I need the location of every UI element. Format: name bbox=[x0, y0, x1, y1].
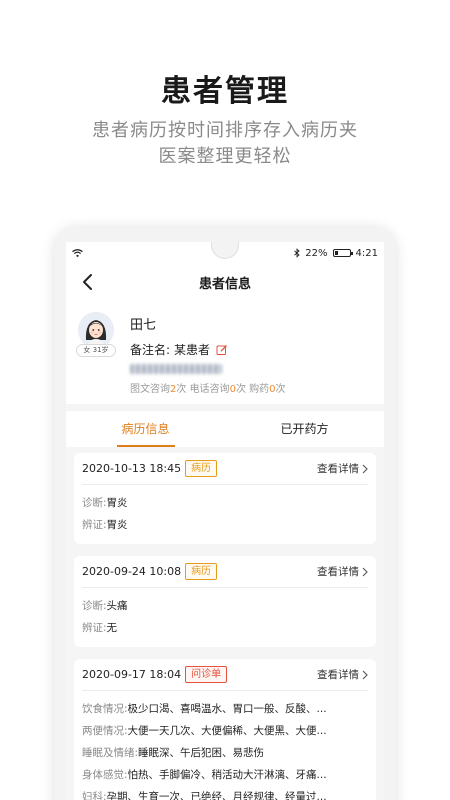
field-value: 无 bbox=[106, 622, 118, 634]
record-field: 妇科:孕期、生育一次、已绝经、月经规律、经量过... bbox=[82, 786, 368, 800]
patient-profile: 女 31岁 田七 备注名: 某患者 图文咨询2次 电话咨询0次 购药0次 bbox=[66, 300, 384, 404]
record-datetime: 2020-10-13 18:45 bbox=[82, 462, 182, 475]
field-value: 怕热、手脚偏冷、稍活动大汗淋漓、牙痛... bbox=[127, 769, 327, 781]
female-avatar-icon bbox=[78, 312, 114, 348]
record-field: 辨证:胃炎 bbox=[82, 514, 368, 536]
field-value: 孕期、生育一次、已绝经、月经规律、经量过... bbox=[106, 791, 327, 800]
tab-bar: 病历信息 已开药方 bbox=[66, 411, 384, 447]
field-value: 胃炎 bbox=[106, 497, 128, 509]
record-card[interactable]: 2020-09-17 18:04 问诊单 查看详情 饮食情况:极少口渴、喜喝温水… bbox=[74, 659, 376, 800]
record-datetime: 2020-09-24 10:08 bbox=[82, 565, 182, 578]
tab-prescriptions[interactable]: 已开药方 bbox=[225, 411, 384, 447]
patient-name: 田七 bbox=[130, 318, 157, 333]
record-field: 饮食情况:极少口渴、喜喝温水、胃口一般、反酸、... bbox=[82, 698, 368, 720]
record-type-tag: 问诊单 bbox=[185, 666, 228, 683]
age-gender-badge: 女 31岁 bbox=[76, 344, 116, 357]
view-detail-link[interactable]: 查看详情 bbox=[317, 461, 368, 476]
view-detail-label: 查看详情 bbox=[317, 669, 359, 681]
view-detail-label: 查看详情 bbox=[317, 566, 359, 578]
record-card[interactable]: 2020-10-13 18:45 病历 查看详情 诊断:胃炎 辨证:胃炎 bbox=[74, 453, 376, 544]
hero-subtitle-line1: 患者病历按时间排序存入病历夹 bbox=[92, 120, 358, 141]
buy-medicine-unit: 次 bbox=[275, 384, 286, 395]
text-consult-unit: 次 bbox=[176, 384, 187, 395]
tab-medical-records[interactable]: 病历信息 bbox=[66, 411, 225, 447]
record-field: 辨证:无 bbox=[82, 617, 368, 639]
hero-title: 患者管理 bbox=[161, 74, 289, 109]
phone-consult-label: 电话咨询 bbox=[189, 384, 230, 395]
field-key: 诊断: bbox=[82, 497, 107, 509]
nav-bar: 患者信息 bbox=[66, 264, 384, 300]
battery-percent: 22% bbox=[305, 247, 328, 259]
buy-medicine-label: 购药 bbox=[249, 384, 270, 395]
record-type-tag: 病历 bbox=[185, 563, 218, 580]
field-key: 辨证: bbox=[82, 622, 107, 634]
text-consult-label: 图文咨询 bbox=[130, 384, 170, 395]
page-title: 患者信息 bbox=[198, 276, 251, 292]
chevron-right-icon bbox=[362, 567, 368, 576]
field-key: 诊断: bbox=[82, 600, 107, 612]
field-value: 头痛 bbox=[106, 600, 128, 612]
hero-subtitle-line2: 医案整理更轻松 bbox=[158, 146, 292, 167]
back-arrow-icon[interactable] bbox=[78, 272, 98, 292]
chevron-right-icon bbox=[362, 464, 368, 473]
edit-icon[interactable] bbox=[216, 344, 228, 356]
hero-subtitle: 患者病历按时间排序存入病历夹 医案整理更轻松 bbox=[0, 118, 450, 170]
patient-remark: 备注名: 某患者 bbox=[130, 341, 372, 358]
chevron-right-icon bbox=[362, 670, 368, 679]
view-detail-link[interactable]: 查看详情 bbox=[317, 564, 368, 579]
wifi-icon bbox=[72, 249, 83, 257]
patient-phone-blurred bbox=[130, 364, 222, 374]
bluetooth-icon bbox=[294, 248, 300, 258]
field-key: 两便情况: bbox=[82, 725, 128, 737]
field-key: 身体感觉: bbox=[82, 769, 128, 781]
record-card[interactable]: 2020-09-24 10:08 病历 查看详情 诊断:头痛 辨证:无 bbox=[74, 556, 376, 647]
field-key: 辨证: bbox=[82, 519, 107, 531]
record-datetime: 2020-09-17 18:04 bbox=[82, 668, 182, 681]
remark-value: 某患者 bbox=[174, 343, 211, 357]
battery-icon bbox=[332, 249, 353, 257]
field-value: 睡眠深、午后犯困、易悲伤 bbox=[138, 747, 265, 759]
field-value: 胃炎 bbox=[106, 519, 128, 531]
view-detail-label: 查看详情 bbox=[317, 463, 359, 475]
field-key: 睡眠及情绪: bbox=[82, 747, 139, 759]
record-type-tag: 病历 bbox=[185, 460, 218, 477]
record-field: 睡眠及情绪:睡眠深、午后犯困、易悲伤 bbox=[82, 742, 368, 764]
field-key: 妇科: bbox=[82, 791, 107, 800]
battery-fill bbox=[334, 251, 338, 255]
clock: 4:21 bbox=[355, 247, 378, 259]
record-field: 诊断:头痛 bbox=[82, 595, 368, 617]
phone-consult-unit: 次 bbox=[235, 384, 246, 395]
field-key: 饮食情况: bbox=[82, 703, 128, 715]
record-field: 身体感觉:怕热、手脚偏冷、稍活动大汗淋漓、牙痛... bbox=[82, 764, 368, 786]
record-field: 诊断:胃炎 bbox=[82, 492, 368, 514]
consult-stats: 图文咨询2次 电话咨询0次 购药0次 bbox=[130, 380, 372, 395]
view-detail-link[interactable]: 查看详情 bbox=[317, 667, 368, 682]
record-list: 2020-10-13 18:45 病历 查看详情 诊断:胃炎 辨证:胃炎 202… bbox=[66, 447, 384, 800]
field-value: 大便一天几次、大便偏稀、大便黑、大便... bbox=[127, 725, 327, 737]
record-field: 两便情况:大便一天几次、大便偏稀、大便黑、大便... bbox=[82, 720, 368, 742]
phone-frame: 22% 4:21 患者信息 女 31岁 田七 备注名: 某患者 图文咨询2次 电… bbox=[54, 228, 396, 800]
remark-label: 备注名: bbox=[130, 343, 171, 357]
field-value: 极少口渴、喜喝温水、胃口一般、反酸、... bbox=[127, 703, 327, 715]
phone-screen: 22% 4:21 患者信息 女 31岁 田七 备注名: 某患者 图文咨询2次 电… bbox=[66, 242, 384, 800]
avatar bbox=[78, 312, 114, 348]
